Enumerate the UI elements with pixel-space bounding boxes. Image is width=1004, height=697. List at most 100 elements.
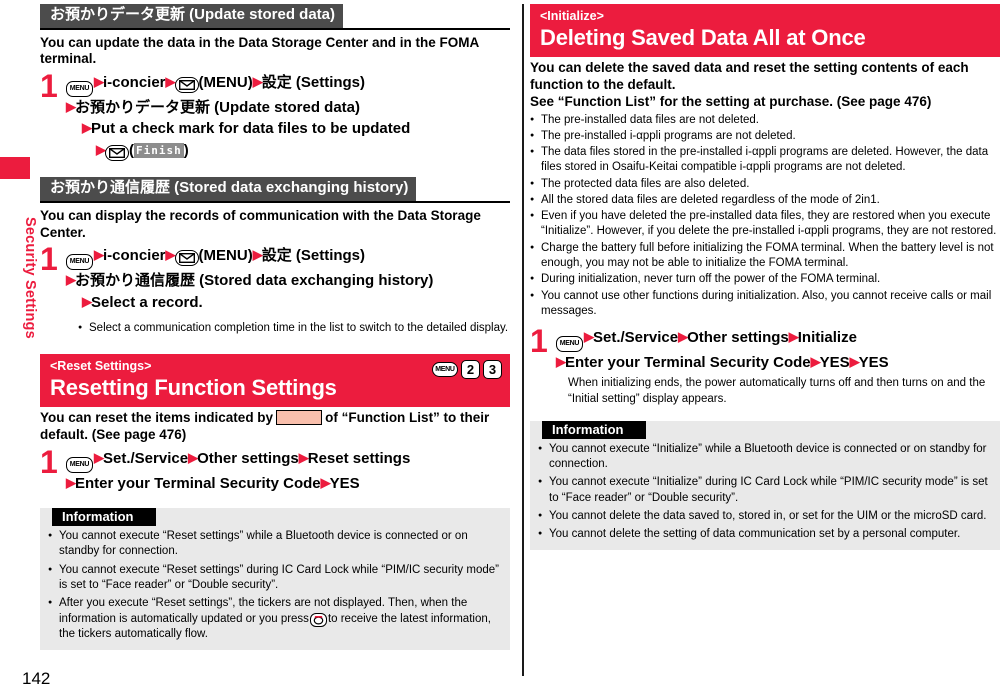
step-line-4: ▶(Finish) [66, 140, 510, 161]
chapter-label: Security Settings [22, 217, 38, 339]
arrow-icon: ▶ [94, 247, 104, 263]
step-token-select-record: Select a record. [91, 293, 203, 311]
highlight-swatch [276, 410, 323, 426]
step-token-security-code: Enter your Terminal Security Code [75, 474, 321, 492]
mail-key-icon [174, 250, 199, 267]
caution-item: During initialization, never turn off th… [530, 272, 1000, 287]
shortcut-key-group: MENU 2 3 [432, 360, 502, 380]
arrow-icon: ▶ [94, 449, 104, 465]
arrow-icon: ▶ [165, 74, 176, 90]
menu-key-icon: MENU [556, 336, 583, 353]
step-token-settings: 設定 (Settings) [261, 74, 366, 92]
step-token-set-service: Set./Service [103, 449, 189, 467]
caution-item: The pre-installed data files are not del… [530, 113, 1000, 128]
procedure-step: 1 MENU ▶i-concier▶ (MENU)▶設定 (Settings) ▶お… [40, 68, 510, 161]
arrow-icon: ▶ [188, 449, 198, 465]
information-box: Information You cannot execute “Reset se… [40, 508, 510, 651]
information-title: Information [52, 508, 156, 527]
step-token-yes-2: YES [858, 354, 889, 372]
step-token-other-settings: Other settings [197, 449, 299, 467]
menu-key-icon: MENU [66, 81, 93, 98]
information-item: You cannot execute “Reset settings” whil… [48, 529, 502, 560]
step-token-initialize: Initialize [797, 329, 857, 347]
caution-item: You cannot use other functions during in… [530, 289, 1000, 320]
step-notes: Select a communication completion time i… [66, 321, 510, 336]
arrow-icon: ▶ [556, 354, 566, 370]
number-key-2-icon: 2 [461, 360, 480, 380]
caution-item: Even if you have deleted the pre-install… [530, 209, 1000, 240]
information-list: You cannot execute “Reset settings” whil… [48, 529, 502, 642]
caution-item: The protected data files are also delete… [530, 177, 1000, 192]
caution-item: Charge the battery full before initializ… [530, 241, 1000, 272]
lead-part-1: You can reset the items indicated by [40, 410, 274, 426]
section-header-bar-red: <Reset Settings> Resetting Function Sett… [40, 354, 510, 408]
step-line-3: ▶Put a check mark for data files to be u… [66, 118, 510, 139]
arrow-icon: ▶ [678, 329, 688, 345]
section-lead-text: You can display the records of communica… [40, 207, 481, 240]
step-note: When initializing ends, the power automa… [568, 377, 986, 405]
step-token-other-settings: Other settings [687, 329, 789, 347]
step-token-menu-label: (MENU) [198, 74, 253, 92]
step-line-2: ▶Enter your Terminal Security Code▶YES [66, 473, 510, 494]
arrow-icon: ▶ [320, 474, 331, 490]
arrow-icon: ▶ [66, 99, 76, 115]
step-number: 1 [40, 68, 58, 105]
step-number: 1 [40, 241, 58, 278]
section-stored-data-exchanging-history: お預かり通信履歴 (Stored data exchanging history… [40, 177, 510, 336]
step-line-1: MENU ▶Set./Service▶Other settings▶Reset s… [66, 448, 510, 473]
arrow-icon: ▶ [584, 329, 594, 345]
step-line-2: ▶お預かりデータ更新 (Update stored data) [66, 97, 510, 118]
arrow-icon: ▶ [252, 74, 263, 90]
information-title: Information [542, 420, 646, 439]
finish-softkey-label: Finish [134, 142, 184, 159]
step-token-yes: YES [329, 474, 360, 492]
section-header-main: Deleting Saved Data All at Once [540, 25, 866, 50]
menu-key-icon: MENU [66, 456, 93, 473]
step-line-1: MENU ▶Set./Service▶Other settings▶Initial… [556, 327, 1000, 353]
section-header-title: お預かり通信履歴 (Stored data exchanging history… [40, 177, 417, 201]
arrow-icon: ▶ [252, 247, 263, 263]
step-token-settings: 設定 (Settings) [261, 247, 366, 265]
step-token-iconcier: i-concier [103, 247, 166, 265]
iconcier-key-icon [309, 613, 327, 628]
step-token-iconcier: i-concier [103, 74, 166, 92]
section-header-title: お預かりデータ更新 (Update stored data) [40, 4, 344, 28]
arrow-icon: ▶ [849, 354, 860, 370]
procedure-step: 1 MENU ▶Set./Service▶Other settings▶Initi… [530, 323, 1000, 407]
menu-key-icon: MENU [432, 362, 458, 378]
arrow-icon: ▶ [82, 293, 92, 309]
section-reset-settings: <Reset Settings> Resetting Function Sett… [40, 354, 510, 651]
step-token-yes-1: YES [819, 354, 850, 372]
section-lead-text: You can reset the items indicated by of “… [40, 410, 510, 443]
right-column: <Initialize> Deleting Saved Data All at … [530, 0, 1000, 697]
arrow-icon: ▶ [94, 74, 104, 90]
step-number: 1 [530, 323, 548, 360]
caution-item: The pre-installed i-αppli programs are n… [530, 129, 1000, 144]
information-item: You cannot execute “Initialize” during I… [538, 475, 992, 506]
arrow-icon: ▶ [66, 474, 76, 490]
caution-item: All the stored data files are deleted re… [530, 193, 1000, 208]
information-item: After you execute “Reset settings”, the … [48, 596, 502, 642]
caution-bullet-list: The pre-installed data files are not del… [530, 113, 1000, 320]
arrow-icon: ▶ [165, 247, 176, 263]
page-number: 142 [22, 669, 51, 688]
arrow-icon: ▶ [96, 141, 106, 157]
section-initialize: <Initialize> Deleting Saved Data All at … [530, 4, 1000, 551]
procedure-step: 1 MENU ▶i-concier▶ (MENU)▶設定 (Settings) ▶お… [40, 241, 510, 336]
step-line-1: MENU ▶i-concier▶ (MENU)▶設定 (Settings) [66, 72, 510, 98]
step-line-2: ▶お預かり通信履歴 (Stored data exchanging histor… [66, 270, 510, 291]
arrow-icon: ▶ [298, 449, 309, 465]
section-header-sub: <Initialize> [540, 9, 604, 23]
section-lead-text: You can update the data in the Data Stor… [40, 34, 479, 67]
manual-page: Security Settings お預かりデータ更新 (Update stor… [0, 0, 1004, 697]
arrow-icon: ▶ [82, 120, 92, 136]
caution-item: The data files stored in the pre-install… [530, 145, 1000, 176]
arrow-icon: ▶ [66, 272, 76, 288]
section-header-bar: お預かり通信履歴 (Stored data exchanging history… [40, 177, 510, 203]
information-box: Information You cannot execute “Initiali… [530, 420, 1000, 551]
menu-key-icon: MENU [66, 254, 93, 271]
information-item: You cannot delete the data saved to, sto… [538, 509, 992, 524]
information-item: You cannot execute “Initialize” while a … [538, 442, 992, 473]
note-item: Select a communication completion time i… [78, 321, 510, 336]
step-token-set-service: Set./Service [593, 329, 679, 347]
